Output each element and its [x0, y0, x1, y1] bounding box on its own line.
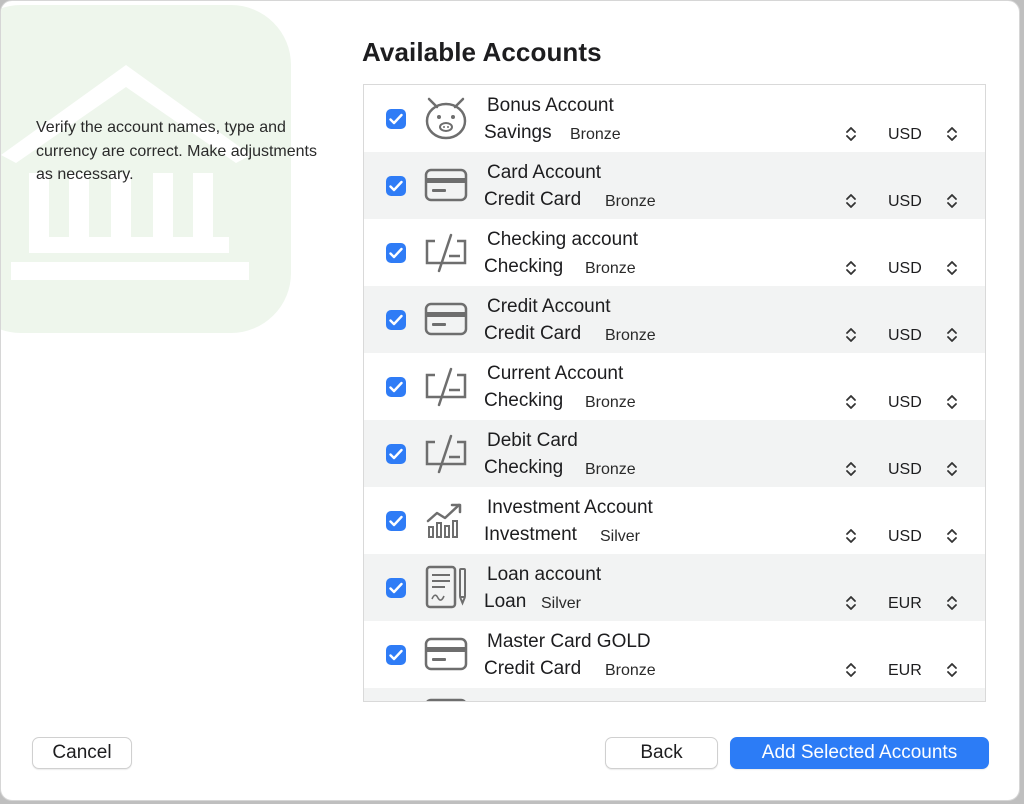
checkmark-icon — [389, 314, 403, 326]
checkmark-icon — [389, 515, 403, 527]
account-name[interactable]: Bonus Account — [487, 95, 614, 117]
account-tier: Silver — [541, 595, 582, 612]
account-checkbox[interactable] — [386, 310, 406, 330]
account-type[interactable]: Credit Card — [484, 323, 581, 345]
account-row[interactable]: Credit Account Credit Card Bronze USD — [364, 286, 985, 353]
account-checkbox[interactable] — [386, 645, 406, 665]
type-stepper-icon[interactable] — [844, 394, 858, 410]
account-type[interactable]: Credit Card — [484, 189, 581, 211]
account-row[interactable]: Investment Account Investment Silver USD — [364, 487, 985, 554]
account-name[interactable]: Investment Account — [487, 497, 653, 519]
account-name[interactable]: Card Account — [487, 162, 601, 184]
currency-value[interactable]: EUR — [888, 662, 922, 680]
checkmark-icon — [389, 582, 403, 594]
account-row[interactable]: Master Card GOLD Credit Card Bronze EUR — [364, 621, 985, 688]
account-type[interactable]: Loan — [484, 591, 526, 613]
currency-stepper-icon[interactable] — [945, 461, 959, 477]
currency-value[interactable]: EUR — [888, 595, 922, 613]
credit-card-icon — [424, 302, 468, 336]
add-selected-accounts-button[interactable]: Add Selected Accounts — [730, 737, 989, 769]
account-row[interactable]: Checking account Checking Bronze USD — [364, 219, 985, 286]
currency-stepper-icon[interactable] — [945, 126, 959, 142]
page-title: Available Accounts — [362, 37, 602, 67]
account-tier: Bronze — [605, 662, 656, 679]
currency-stepper-icon[interactable] — [945, 528, 959, 544]
account-name[interactable]: Master Card GOLD — [487, 631, 651, 653]
checkmark-icon — [389, 180, 403, 192]
account-row-partial[interactable] — [364, 688, 985, 701]
account-row[interactable]: Current Account Checking Bronze USD — [364, 353, 985, 420]
instructions-text: Verify the account names, type and curre… — [36, 119, 317, 183]
account-tier: Bronze — [605, 193, 656, 210]
checkmark-icon — [389, 113, 403, 125]
check-icon — [425, 434, 467, 474]
currency-stepper-icon[interactable] — [945, 662, 959, 678]
type-stepper-icon[interactable] — [844, 662, 858, 678]
investment-chart-icon — [426, 503, 462, 538]
checkmark-icon — [389, 247, 403, 259]
account-type[interactable]: Savings — [484, 122, 552, 144]
account-type[interactable]: Checking — [484, 256, 563, 278]
account-type[interactable]: Checking — [484, 390, 563, 412]
account-name[interactable]: Loan account — [487, 564, 601, 586]
account-row[interactable]: Card Account Credit Card Bronze USD — [364, 152, 985, 219]
check-icon — [425, 233, 467, 273]
type-stepper-icon[interactable] — [844, 193, 858, 209]
type-stepper-icon[interactable] — [844, 126, 858, 142]
currency-stepper-icon[interactable] — [945, 394, 959, 410]
credit-card-icon — [424, 637, 468, 671]
account-tier: Bronze — [570, 126, 621, 143]
account-type[interactable]: Investment — [484, 524, 577, 546]
currency-value[interactable]: USD — [888, 461, 922, 479]
currency-value[interactable]: USD — [888, 126, 922, 144]
add-accounts-dialog: Verify the account names, type and curre… — [0, 0, 1020, 801]
currency-value[interactable]: USD — [888, 260, 922, 278]
checkmark-icon — [389, 649, 403, 661]
account-name[interactable]: Checking account — [487, 229, 638, 251]
account-checkbox[interactable] — [386, 176, 406, 196]
back-button[interactable]: Back — [605, 737, 718, 769]
account-checkbox[interactable] — [386, 511, 406, 531]
credit-card-icon — [426, 698, 466, 701]
account-type[interactable]: Credit Card — [484, 658, 581, 680]
account-checkbox[interactable] — [386, 578, 406, 598]
currency-stepper-icon[interactable] — [945, 193, 959, 209]
account-checkbox[interactable] — [386, 377, 406, 397]
account-name[interactable]: Current Account — [487, 363, 623, 385]
account-row[interactable]: Debit Card Checking Bronze USD — [364, 420, 985, 487]
checkmark-icon — [389, 448, 403, 460]
currency-value[interactable]: USD — [888, 528, 922, 546]
account-row[interactable]: Bonus Account Savings Bronze USD — [364, 85, 985, 152]
currency-value[interactable]: USD — [888, 327, 922, 345]
account-row[interactable]: Loan account Loan Silver EUR — [364, 554, 985, 621]
type-stepper-icon[interactable] — [844, 260, 858, 276]
account-tier: Silver — [600, 528, 641, 545]
account-tier: Bronze — [585, 461, 636, 478]
account-checkbox[interactable] — [386, 109, 406, 129]
type-stepper-icon[interactable] — [844, 461, 858, 477]
checkmark-icon — [389, 381, 403, 393]
currency-stepper-icon[interactable] — [945, 327, 959, 343]
currency-value[interactable]: USD — [888, 394, 922, 412]
check-icon — [425, 367, 467, 407]
accounts-list[interactable]: Bonus Account Savings Bronze USD Card Ac… — [363, 84, 986, 702]
account-tier: Bronze — [605, 327, 656, 344]
account-checkbox[interactable] — [386, 444, 406, 464]
piggy-bank-icon — [425, 97, 467, 140]
account-tier: Bronze — [585, 394, 636, 411]
loan-contract-icon — [425, 565, 466, 609]
account-type[interactable]: Checking — [484, 457, 563, 479]
cancel-button[interactable]: Cancel — [32, 737, 132, 769]
account-name[interactable]: Debit Card — [487, 430, 578, 452]
currency-value[interactable]: USD — [888, 193, 922, 211]
currency-stepper-icon[interactable] — [945, 595, 959, 611]
credit-card-icon — [424, 168, 468, 202]
account-checkbox[interactable] — [386, 243, 406, 263]
type-stepper-icon[interactable] — [844, 528, 858, 544]
account-name[interactable]: Credit Account — [487, 296, 611, 318]
type-stepper-icon[interactable] — [844, 595, 858, 611]
currency-stepper-icon[interactable] — [945, 260, 959, 276]
type-stepper-icon[interactable] — [844, 327, 858, 343]
account-tier: Bronze — [585, 260, 636, 277]
